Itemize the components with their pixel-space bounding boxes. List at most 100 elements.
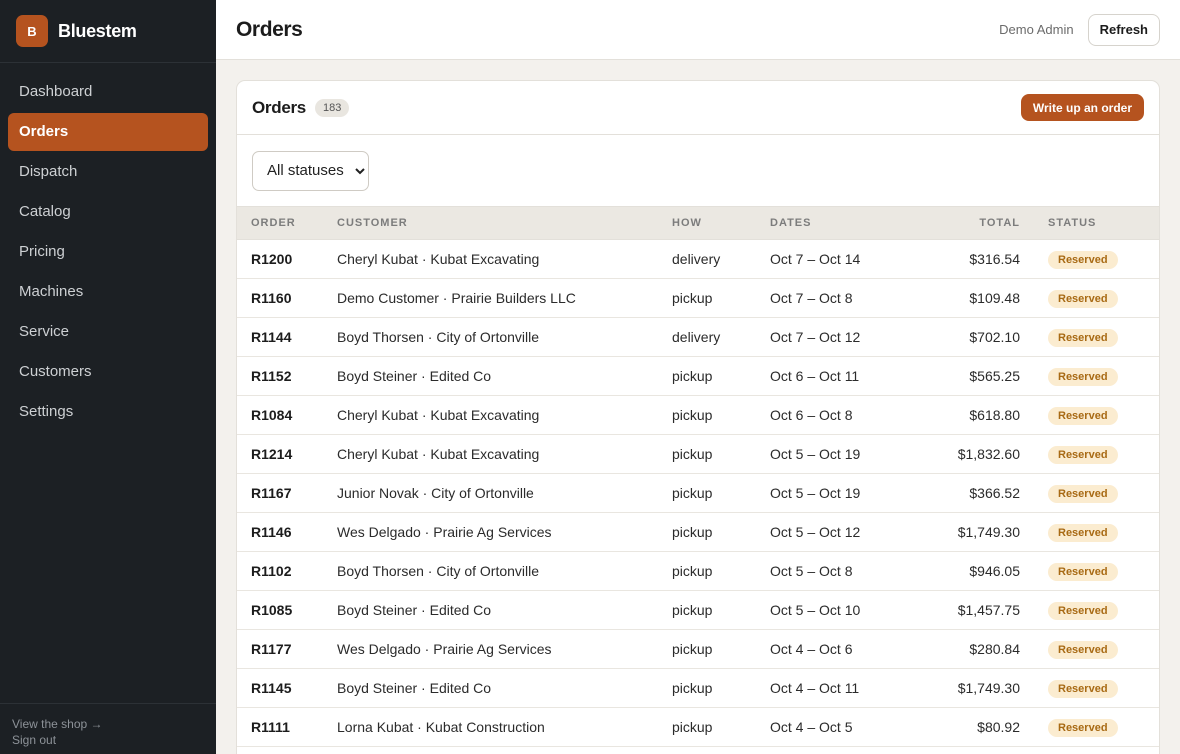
status-badge: Reserved <box>1048 289 1118 308</box>
fulfillment-method: pickup <box>672 668 770 708</box>
customer-name: Lorna Kubat · Kubat Construction <box>337 707 672 747</box>
card-header: Orders 183 Write up an order <box>237 81 1159 135</box>
order-total: $280.84 <box>900 629 1020 669</box>
table-row[interactable]: R1146 Wes Delgado · Prairie Ag Services pi… <box>237 512 1159 552</box>
card-title: Orders <box>252 97 306 117</box>
fulfillment-method: pickup <box>672 512 770 552</box>
rental-dates: Oct 6 – Oct 8 <box>770 395 900 435</box>
sidebar-item-orders[interactable]: Orders <box>8 113 208 151</box>
rental-dates: Oct 5 – Oct 8 <box>770 551 900 591</box>
sidebar-item-dashboard[interactable]: Dashboard <box>8 73 208 111</box>
order-total: $1,749.30 <box>900 668 1020 708</box>
order-total: $80.92 <box>900 707 1020 747</box>
status-cell: Reserved <box>1020 590 1159 630</box>
sidebar: B Bluestem Dashboard Orders Dispatch Catalo… <box>0 0 216 754</box>
sidebar-item-catalog[interactable]: Catalog <box>8 193 208 231</box>
status-cell: Reserved <box>1020 473 1159 513</box>
status-cell: Reserved <box>1020 551 1159 591</box>
table-row[interactable]: R1085 Boyd Steiner · Edited Co pickup Oct 5… <box>237 590 1159 630</box>
customer-name: Wes Delgado · Prairie Ag Services <box>337 629 672 669</box>
customer-name: Boyd Thorsen · City of Ortonville <box>337 317 672 357</box>
sidebar-item-machines[interactable]: Machines <box>8 273 208 311</box>
topbar-actions: Demo Admin Refresh <box>999 13 1160 46</box>
status-cell: Reserved <box>1020 317 1159 357</box>
order-id: R1102 <box>237 551 337 591</box>
status-badge: Reserved <box>1048 406 1118 425</box>
view-shop-link[interactable]: View the shop → <box>12 716 204 732</box>
rental-dates: Oct 5 – Oct 10 <box>770 590 900 630</box>
order-total: $1,749.30 <box>900 512 1020 552</box>
brand-name: Bluestem <box>58 20 137 41</box>
table-row[interactable]: R1145 Boyd Steiner · Edited Co pickup Oct 4… <box>237 668 1159 708</box>
order-id: R1146 <box>237 512 337 552</box>
fulfillment-method: pickup <box>672 473 770 513</box>
table-row[interactable]: R1200 Cheryl Kubat · Kubat Excavating deli… <box>237 239 1159 279</box>
customer-name: Demo Customer · Prairie Builders LLC <box>337 278 672 318</box>
status-badge: Reserved <box>1048 445 1118 464</box>
status-badge: Reserved <box>1048 367 1118 386</box>
page-title: Orders <box>236 17 303 41</box>
customer-name: Boyd Steiner · Edited Co <box>337 668 672 708</box>
order-id: R1200 <box>237 239 337 279</box>
fulfillment-method: pickup <box>672 590 770 630</box>
sign-out-link[interactable]: Sign out <box>12 732 204 748</box>
order-total: $1,457.75 <box>900 590 1020 630</box>
table-row[interactable]: R1102 Boyd Thorsen · City of Ortonville pi… <box>237 551 1159 591</box>
filter-row: All statuses <box>237 135 1159 206</box>
rental-dates: Oct 7 – Oct 12 <box>770 317 900 357</box>
order-id: R1085 <box>237 590 337 630</box>
status-badge: Reserved <box>1048 640 1118 659</box>
table-row[interactable]: R1160 Demo Customer · Prairie Builders LL… <box>237 278 1159 318</box>
status-cell: Reserved <box>1020 395 1159 435</box>
sidebar-item-pricing[interactable]: Pricing <box>8 233 208 271</box>
status-badge: Reserved <box>1048 250 1118 269</box>
table-row[interactable]: R1177 Wes Delgado · Prairie Ag Services pi… <box>237 629 1159 669</box>
col-total[interactable]: TOTAL <box>900 206 1020 240</box>
col-how[interactable]: HOW <box>672 206 770 240</box>
status-cell: Reserved <box>1020 356 1159 396</box>
col-order[interactable]: ORDER <box>237 206 337 240</box>
sidebar-item-settings[interactable]: Settings <box>8 393 208 431</box>
sidebar-item-dispatch[interactable]: Dispatch <box>8 153 208 191</box>
sidebar-item-service[interactable]: Service <box>8 313 208 351</box>
rental-dates: Oct 6 – Oct 11 <box>770 356 900 396</box>
orders-table: ORDER CUSTOMER HOW DATES TOTAL STATUS R1… <box>237 206 1159 747</box>
user-name[interactable]: Demo Admin <box>999 22 1073 37</box>
fulfillment-method: pickup <box>672 278 770 318</box>
table-row[interactable]: R1084 Cheryl Kubat · Kubat Excavating pick… <box>237 395 1159 435</box>
refresh-button[interactable]: Refresh <box>1087 13 1160 46</box>
status-cell: Reserved <box>1020 512 1159 552</box>
order-id: R1111 <box>237 707 337 747</box>
order-id: R1177 <box>237 629 337 669</box>
table-row[interactable]: R1111 Lorna Kubat · Kubat Construction pic… <box>237 707 1159 747</box>
customer-name: Boyd Thorsen · City of Ortonville <box>337 551 672 591</box>
customer-name: Cheryl Kubat · Kubat Excavating <box>337 395 672 435</box>
customer-name: Wes Delgado · Prairie Ag Services <box>337 512 672 552</box>
table-row[interactable]: R1152 Boyd Steiner · Edited Co pickup Oct 6… <box>237 356 1159 396</box>
sidebar-item-customers[interactable]: Customers <box>8 353 208 391</box>
brand[interactable]: B Bluestem <box>0 0 216 63</box>
col-customer[interactable]: CUSTOMER <box>337 206 672 240</box>
status-badge: Reserved <box>1048 679 1118 698</box>
order-id: R1152 <box>237 356 337 396</box>
table-header-row: ORDER CUSTOMER HOW DATES TOTAL STATUS <box>237 206 1159 240</box>
order-total: $1,832.60 <box>900 434 1020 474</box>
table-row[interactable]: R1214 Cheryl Kubat · Kubat Excavating pick… <box>237 434 1159 474</box>
table-row[interactable]: R1144 Boyd Thorsen · City of Ortonville de… <box>237 317 1159 357</box>
order-total: $109.48 <box>900 278 1020 318</box>
col-status[interactable]: STATUS <box>1020 206 1159 240</box>
order-id: R1167 <box>237 473 337 513</box>
order-count-badge: 183 <box>314 98 350 117</box>
col-dates[interactable]: DATES <box>770 206 900 240</box>
status-cell: Reserved <box>1020 239 1159 279</box>
status-filter-select[interactable]: All statuses <box>252 150 369 191</box>
rental-dates: Oct 7 – Oct 14 <box>770 239 900 279</box>
write-order-button[interactable]: Write up an order <box>1020 94 1144 121</box>
rental-dates: Oct 4 – Oct 5 <box>770 707 900 747</box>
rental-dates: Oct 4 – Oct 11 <box>770 668 900 708</box>
status-badge: Reserved <box>1048 328 1118 347</box>
order-id: R1084 <box>237 395 337 435</box>
orders-table-body: R1200 Cheryl Kubat · Kubat Excavating deli… <box>237 239 1159 747</box>
table-row[interactable]: R1167 Junior Novak · City of Ortonville pi… <box>237 473 1159 513</box>
rental-dates: Oct 5 – Oct 19 <box>770 473 900 513</box>
